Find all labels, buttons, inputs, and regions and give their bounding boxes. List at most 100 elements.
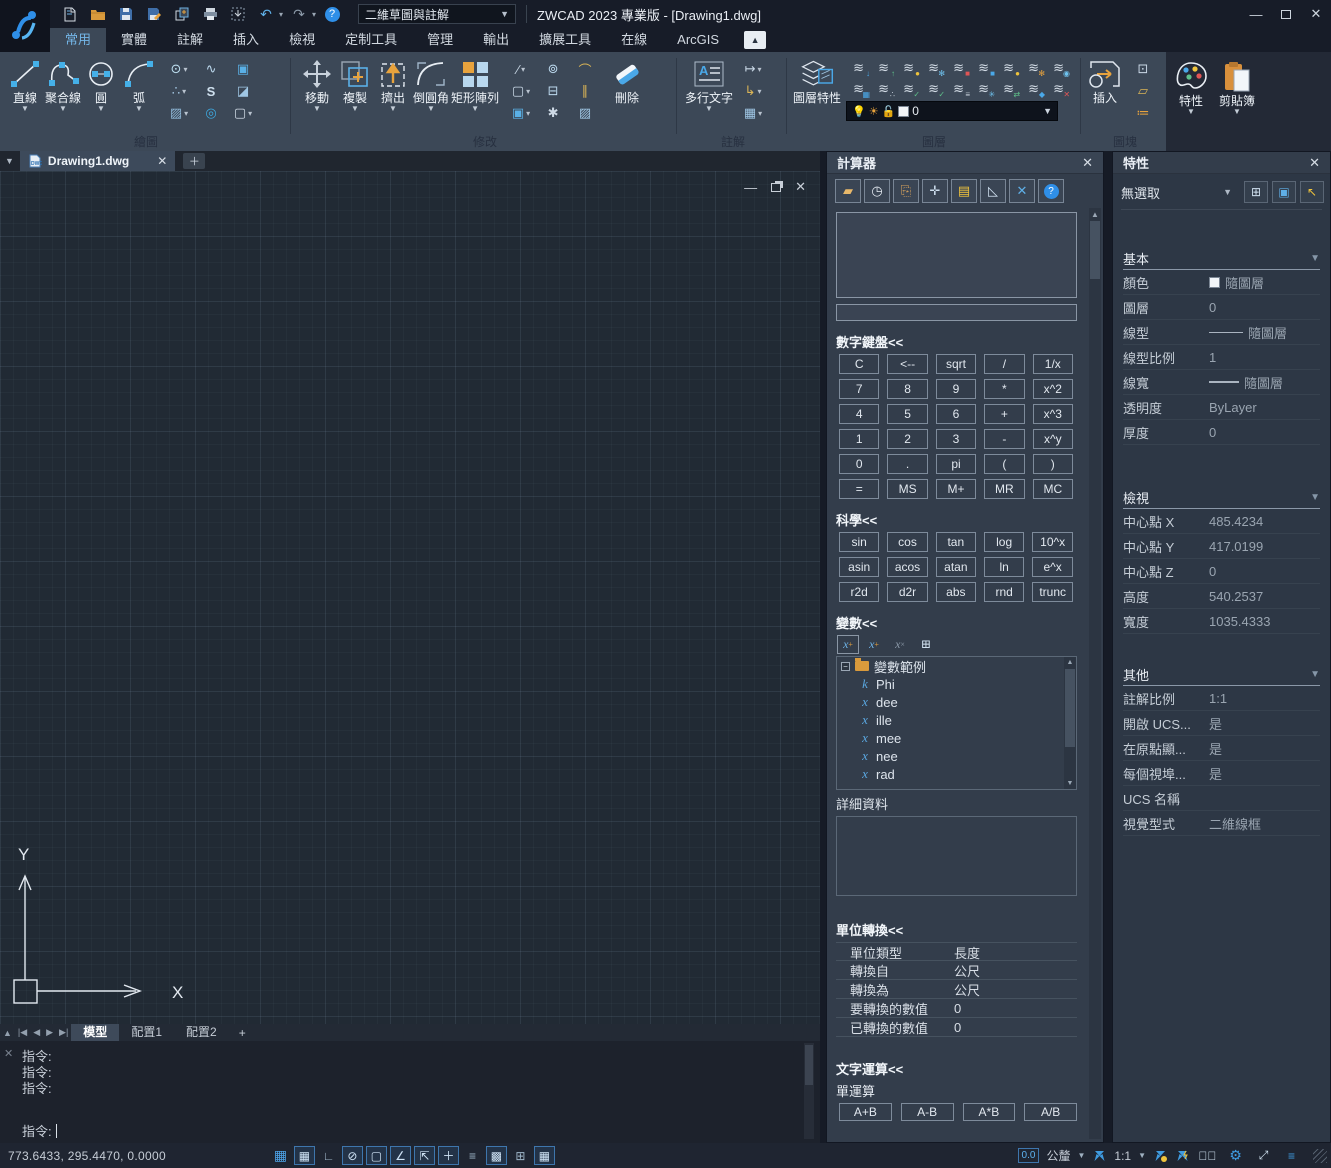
hatch-icon[interactable]: ▨▾ (164, 103, 194, 123)
unit-row-value[interactable]: 長度 (954, 943, 1077, 962)
prop-row-center-x[interactable]: 中心點 X 485.4234 (1123, 509, 1320, 534)
key-tan[interactable]: tan (936, 532, 976, 552)
layer-make-current-icon[interactable]: ≋✓ (921, 78, 946, 99)
layer-states-icon[interactable]: ≋▦ (846, 78, 871, 99)
new-file-icon[interactable] (58, 3, 82, 25)
selection-cycling-icon[interactable]: ↖⃝ (1197, 1146, 1218, 1165)
tab-custom-tools[interactable]: 定制工具 (330, 28, 412, 52)
key-square[interactable]: x^2 (1033, 379, 1073, 399)
tab-solid[interactable]: 實體 (106, 28, 162, 52)
key-1[interactable]: 1 (839, 429, 879, 449)
revision-cloud-icon[interactable]: ▢▾ (228, 103, 258, 123)
array-caret-icon[interactable]: ▼ (471, 105, 479, 113)
key-7[interactable]: 7 (839, 379, 879, 399)
prop-row-thickness[interactable]: 厚度 0 (1123, 420, 1320, 445)
quick-select-icon[interactable]: ⊞ (1244, 181, 1268, 203)
auto-annotate-icon[interactable] (1175, 1149, 1190, 1163)
key-6[interactable]: 6 (936, 404, 976, 424)
prop-row-linetype-scale[interactable]: 線型比例 1 (1123, 345, 1320, 370)
edit-variable-icon[interactable]: x+ (863, 635, 885, 654)
units-caret-icon[interactable]: ▼ (1077, 1151, 1085, 1160)
key-cos[interactable]: cos (887, 532, 927, 552)
properties-title-bar[interactable]: 特性 ✕ (1113, 152, 1330, 174)
extrude-caret-icon[interactable]: ▼ (389, 105, 397, 113)
point-style-icon[interactable]: ∴▾ (164, 81, 194, 101)
annotation-scale-value[interactable]: 1:1 (1114, 1149, 1131, 1163)
layer-export-icon[interactable]: ≋↑ (871, 57, 896, 78)
layer-bulb-icon[interactable]: 💡 (852, 105, 866, 118)
selection-dropdown[interactable]: 無選取 ▼ (1121, 183, 1240, 202)
layout-prev-icon[interactable]: ◀ (33, 1027, 40, 1038)
variables-tree[interactable]: − 變數範例 k Phi x dee x ille x mee x nee x … (836, 656, 1077, 790)
prop-row-linetype[interactable]: 線型 隨圖層 (1123, 320, 1320, 345)
snap-mode-icon[interactable]: ▦ (294, 1146, 315, 1165)
scale-icon[interactable]: ▢▾ (506, 81, 536, 101)
prop-row-width[interactable]: 寬度 1035.4333 (1123, 609, 1320, 634)
prop-row-layer[interactable]: 圖層 0 (1123, 295, 1320, 320)
circle-caret-icon[interactable]: ▼ (97, 105, 105, 113)
prop-row-center-y[interactable]: 中心點 Y 417.0199 (1123, 534, 1320, 559)
properties-caret-icon[interactable]: ▼ (1187, 108, 1195, 116)
textop-multiply-button[interactable]: A*B (963, 1103, 1016, 1121)
select-objects-icon[interactable]: ↖ (1300, 181, 1324, 203)
key-decimal[interactable]: . (887, 454, 927, 474)
undo-icon[interactable]: ↶ (254, 3, 278, 25)
scroll-down-icon[interactable]: ▼ (1064, 778, 1076, 789)
key-8[interactable]: 8 (887, 379, 927, 399)
section-view[interactable]: 檢視▼ (1123, 487, 1320, 509)
key-open-paren[interactable]: ( (984, 454, 1024, 474)
tab-output[interactable]: 輸出 (468, 28, 524, 52)
mirror-icon[interactable]: ∥ (570, 81, 600, 101)
clipboard-caret-icon[interactable]: ▼ (1233, 108, 1241, 116)
layer-import-icon[interactable]: ≋↓ (846, 57, 871, 78)
leader-icon[interactable]: ↳▾ (738, 81, 768, 101)
layer-copy-icon[interactable]: ≋◆ (1021, 78, 1046, 99)
drawing-canvas[interactable]: — ✕ Y X (0, 171, 820, 1024)
offset-icon[interactable]: ⊚ (538, 59, 568, 79)
prop-row-center-z[interactable]: 中心點 Z 0 (1123, 559, 1320, 584)
tab-arcgis[interactable]: ArcGIS (662, 28, 734, 52)
command-close-icon[interactable]: ✕ (4, 1047, 13, 1060)
unit-row-value[interactable]: 公尺 (954, 980, 1077, 999)
spline-icon[interactable]: ∿ (196, 59, 226, 79)
ellipse-icon[interactable]: ⊙▾ (164, 59, 194, 79)
donut-icon[interactable]: ◎ (196, 103, 226, 123)
workspace-select[interactable]: 二維草圖與註解 ▼ (358, 4, 516, 24)
key-subtract[interactable]: - (984, 429, 1024, 449)
erase-button[interactable]: 刪除 (608, 55, 646, 107)
properties-close-icon[interactable]: ✕ (1309, 155, 1320, 171)
calc-help-icon[interactable]: ? (1038, 179, 1064, 203)
viewport-minimize-icon[interactable]: — (744, 180, 757, 195)
align-icon[interactable]: ⊟ (538, 81, 568, 101)
hatch-edit-icon[interactable]: ▨ (570, 103, 600, 123)
layer-unlock-icon[interactable]: ≋■ (971, 57, 996, 78)
copy-object-button[interactable]: 複製 ▼ (336, 55, 374, 115)
print-icon[interactable] (198, 3, 222, 25)
trim-icon[interactable]: ∕▾ (506, 59, 536, 79)
key-ln[interactable]: ln (984, 557, 1024, 577)
tab-layout2[interactable]: 配置2 (174, 1024, 229, 1041)
tab-layout1[interactable]: 配置1 (119, 1024, 174, 1041)
customize-menu-icon[interactable]: ≡ (1281, 1146, 1302, 1165)
new-document-tab-button[interactable]: ＋ (183, 153, 205, 169)
annotation-monitor-icon[interactable]: ▦ (534, 1146, 555, 1165)
calculator-mode-icon[interactable]: ⊞ (915, 635, 937, 654)
minimize-button[interactable]: — (1241, 0, 1271, 28)
dyn-dimension-toggle[interactable]: 0.0 (1018, 1148, 1040, 1163)
close-button[interactable]: ✕ (1301, 0, 1331, 28)
annotation-scale-caret-icon[interactable]: ▼ (1138, 1151, 1146, 1160)
measure-distance-icon[interactable]: ▤ (951, 179, 977, 203)
command-scrollbar[interactable] (804, 1043, 814, 1139)
section-basic-caret-icon[interactable]: ▼ (1310, 253, 1320, 264)
key-cube[interactable]: x^3 (1033, 404, 1073, 424)
prop-row-height[interactable]: 高度 540.2537 (1123, 584, 1320, 609)
variable-row[interactable]: x rad (837, 765, 1076, 783)
dynamic-ucs-icon[interactable]: ⊞ (510, 1146, 531, 1165)
key-5[interactable]: 5 (887, 404, 927, 424)
rect-array-button[interactable]: 矩形陣列 ▼ (450, 55, 500, 115)
layer-color-swatch[interactable] (898, 106, 909, 117)
key-sqrt[interactable]: sqrt (936, 354, 976, 374)
section-view-caret-icon[interactable]: ▼ (1310, 492, 1320, 503)
layout-next-icon[interactable]: ▶ (46, 1027, 53, 1038)
key-d2r[interactable]: d2r (887, 582, 927, 602)
